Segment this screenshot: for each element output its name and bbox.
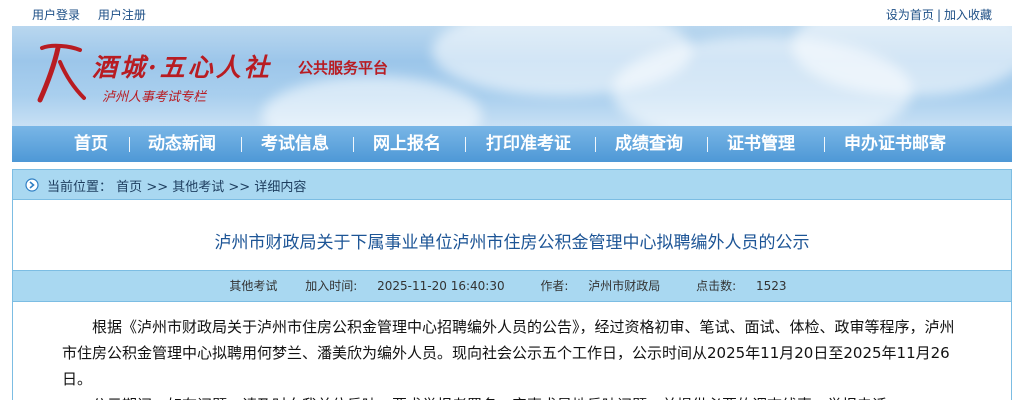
add-favorite-link[interactable]: 加入收藏 bbox=[944, 8, 992, 22]
nav-certificate-mailing[interactable]: 申办证书邮寄 bbox=[844, 126, 946, 162]
nav-divider bbox=[353, 137, 354, 152]
set-homepage-link[interactable]: 设为首页 bbox=[886, 8, 934, 22]
breadcrumb: 当前位置： 首页 >> 其他考试 >> 详细内容 bbox=[12, 169, 1012, 200]
meta-author: 泸州市财政局 bbox=[588, 279, 661, 293]
article-body: 根据《泸州市财政局关于泸州市住房公积金管理中心招聘编外人员的公告》，经过资格初审… bbox=[62, 314, 962, 400]
meta-category: 其他考试 bbox=[229, 279, 278, 293]
main-navigation: 首页 动态新闻 考试信息 网上报名 打印准考证 成绩查询 证书管理 申办证书邮寄 bbox=[12, 126, 1012, 162]
nav-print-admission[interactable]: 打印准考证 bbox=[486, 126, 571, 162]
meta-author-label: 作者: bbox=[540, 279, 569, 293]
nav-online-registration[interactable]: 网上报名 bbox=[373, 126, 441, 162]
nav-divider bbox=[129, 137, 130, 152]
nav-score-query[interactable]: 成绩查询 bbox=[615, 126, 683, 162]
nav-divider bbox=[465, 137, 466, 152]
banner-subtitle: 泸州人事考试专栏 bbox=[102, 90, 207, 105]
article-meta: 其他考试 加入时间: 2025-11-20 16:40:30 作者: 泸州市财政… bbox=[13, 270, 1011, 302]
top-utility-bar: 用户登录 用户注册 设为首页 | 加入收藏 bbox=[0, 0, 1024, 26]
nav-divider bbox=[595, 137, 596, 152]
nav-divider bbox=[241, 137, 242, 152]
platform-name: 公共服务平台 bbox=[298, 59, 389, 77]
breadcrumb-home[interactable]: 首页 bbox=[116, 180, 142, 195]
breadcrumb-separator: >> bbox=[228, 180, 251, 195]
breadcrumb-category[interactable]: 其他考试 bbox=[172, 180, 224, 195]
article-title: 泸州市财政局关于下属事业单位泸州市住房公积金管理中心拟聘编外人员的公示 bbox=[214, 233, 810, 253]
site-logo-icon bbox=[37, 43, 86, 103]
arrow-circle-icon bbox=[25, 178, 39, 192]
article-paragraph: 根据《泸州市财政局关于泸州市住房公积金管理中心招聘编外人员的公告》，经过资格初审… bbox=[62, 318, 955, 388]
topbar-separator: | bbox=[936, 8, 941, 22]
login-link[interactable]: 用户登录 bbox=[32, 8, 80, 22]
article-paragraph: 公示期间，如有问题，请及时向我单位反映，要求举报者署名，实事求是地反映问题，并提… bbox=[62, 392, 962, 400]
meta-clicks-label: 点击数: bbox=[696, 279, 737, 293]
meta-time: 2025-11-20 16:40:30 bbox=[377, 279, 505, 293]
meta-time-label: 加入时间: bbox=[305, 279, 358, 293]
nav-certificate-management[interactable]: 证书管理 bbox=[727, 126, 795, 162]
breadcrumb-separator: >> bbox=[146, 180, 169, 195]
breadcrumb-current: 详细内容 bbox=[254, 180, 307, 195]
nav-divider bbox=[824, 137, 825, 152]
register-link[interactable]: 用户注册 bbox=[98, 8, 146, 22]
nav-home[interactable]: 首页 bbox=[74, 126, 108, 162]
nav-divider bbox=[707, 137, 708, 152]
nav-news[interactable]: 动态新闻 bbox=[148, 126, 216, 162]
breadcrumb-prefix: 当前位置： bbox=[47, 180, 113, 195]
article-container: 泸州市财政局关于下属事业单位泸州市住房公积金管理中心拟聘编外人员的公示 其他考试… bbox=[12, 200, 1012, 400]
meta-clicks: 1523 bbox=[756, 279, 787, 293]
brand-name: 酒城·五心人社 bbox=[92, 53, 272, 82]
nav-exam-info[interactable]: 考试信息 bbox=[261, 126, 329, 162]
site-banner: 酒城·五心人社 公共服务平台 泸州人事考试专栏 bbox=[12, 26, 1012, 126]
